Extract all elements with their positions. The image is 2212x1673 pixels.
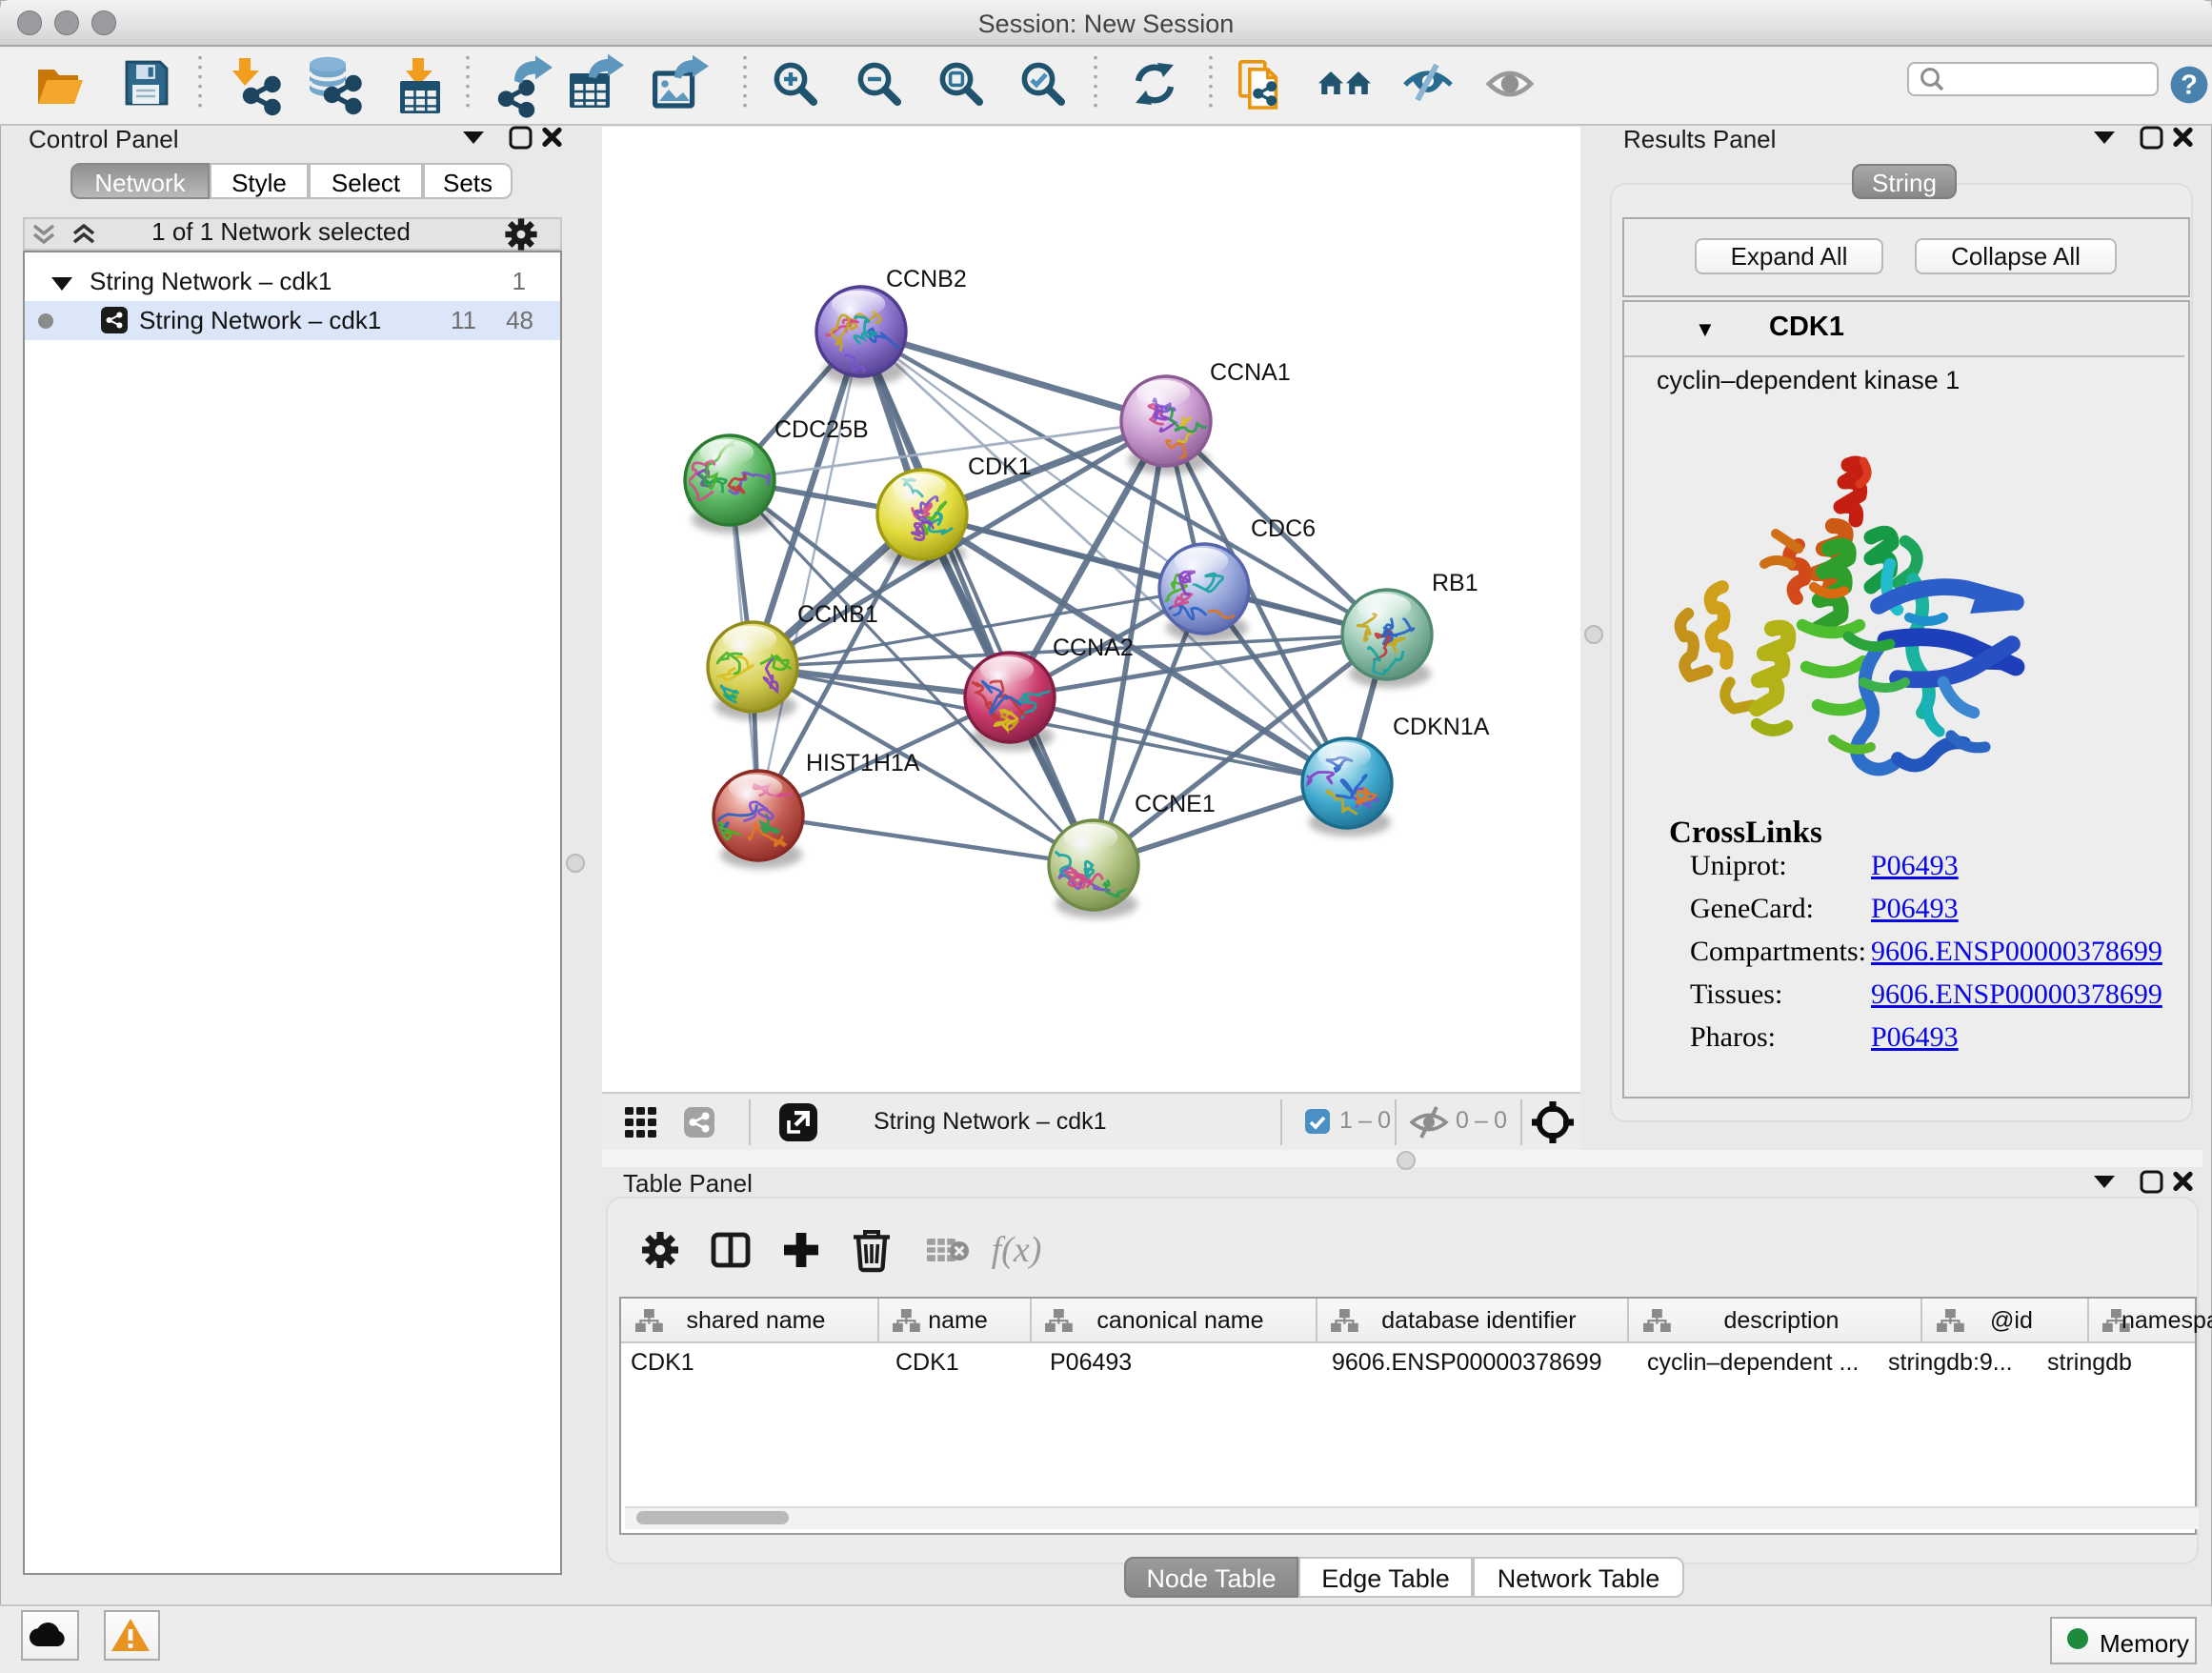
svg-text:CCNA1: CCNA1 xyxy=(1210,359,1291,386)
svg-text:CDC6: CDC6 xyxy=(1251,515,1316,542)
svg-text:CDKN1A: CDKN1A xyxy=(1393,714,1490,740)
svg-text:CCNA2: CCNA2 xyxy=(1053,635,1134,661)
svg-text:CCNB1: CCNB1 xyxy=(797,601,878,628)
svg-text:HIST1H1A: HIST1H1A xyxy=(806,750,920,776)
svg-text:RB1: RB1 xyxy=(1432,570,1478,596)
svg-text:CDC25B: CDC25B xyxy=(774,416,869,443)
svg-text:f(x): f(x) xyxy=(992,1230,1042,1270)
svg-text:CDK1: CDK1 xyxy=(968,454,1032,480)
svg-text:CCNB2: CCNB2 xyxy=(886,266,967,292)
svg-text:CCNE1: CCNE1 xyxy=(1135,791,1216,817)
svg-text:?: ? xyxy=(2181,71,2198,101)
